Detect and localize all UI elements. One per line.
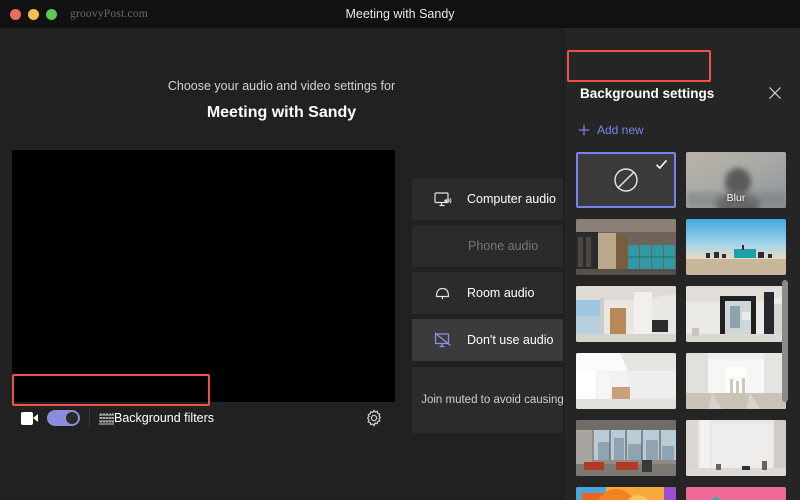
camera-icon: [21, 411, 38, 425]
video-preview[interactable]: [12, 150, 395, 402]
background-settings-title: Background settings: [580, 86, 715, 101]
background-thumb-framed-doorway[interactable]: [686, 286, 786, 342]
add-new-label: Add new: [597, 123, 644, 137]
close-icon[interactable]: [768, 86, 782, 100]
audio-option-room-audio[interactable]: Room audio: [412, 272, 563, 314]
background-filters-label[interactable]: Background filters: [114, 411, 214, 425]
audio-option-label: Don't use audio: [467, 333, 554, 347]
audio-option-label: Computer audio: [467, 192, 556, 206]
background-thumb-abstract-pink-spheres[interactable]: [686, 487, 786, 500]
prejoin-subheading: Choose your audio and video settings for: [167, 79, 396, 93]
teams-prejoin-window: groovyPost.com Meeting with Sandy Choose…: [0, 0, 800, 500]
no-audio-icon: [434, 331, 453, 349]
minimize-window-button[interactable]: [28, 8, 39, 20]
toolbar-divider: [89, 409, 90, 427]
background-settings-panel: Background settings Add new Blur: [563, 28, 800, 500]
audio-option-dont-use-audio[interactable]: Don't use audio: [412, 319, 563, 361]
background-thumb-office-lockers[interactable]: [576, 219, 676, 275]
prejoin-heading: Meeting with Sandy: [206, 104, 357, 121]
close-window-button[interactable]: [10, 8, 21, 20]
join-muted-note: Join muted to avoid causing: [412, 367, 563, 433]
background-filters-icon: [99, 412, 114, 425]
background-thumb-label: Blur: [726, 192, 746, 204]
background-thumb-none[interactable]: [576, 152, 676, 208]
background-panel-scrollbar-thumb[interactable]: [782, 280, 788, 402]
audio-option-label: Room audio: [467, 286, 535, 300]
background-thumbnail-grid: Blur: [576, 152, 788, 500]
audio-option-computer-audio[interactable]: Computer audio: [412, 178, 563, 220]
background-thumb-plain-white-wall[interactable]: [686, 420, 786, 476]
audio-option-phone-audio: Phone audio: [412, 225, 563, 267]
window-traffic-lights: [0, 8, 57, 20]
camera-toggle[interactable]: [47, 410, 80, 426]
site-watermark: groovyPost.com: [70, 8, 148, 20]
background-thumb-beach-sky[interactable]: [686, 219, 786, 275]
background-thumb-white-room-window[interactable]: [576, 286, 676, 342]
room-audio-icon: [434, 285, 453, 302]
background-thumb-bright-white-loft[interactable]: [576, 353, 676, 409]
maximize-window-button[interactable]: [46, 8, 57, 20]
prejoin-stage: Choose your audio and video settings for…: [0, 28, 563, 500]
audio-options-list: Computer audio Phone audio Room audio Do…: [412, 178, 563, 433]
video-toolbar: Background filters: [12, 402, 395, 434]
audio-option-label: Phone audio: [468, 239, 539, 253]
window-titlebar: groovyPost.com Meeting with Sandy: [0, 0, 800, 28]
camera-toggle-group[interactable]: [12, 402, 80, 434]
plus-icon: [578, 124, 590, 136]
background-thumb-blur[interactable]: Blur: [686, 152, 786, 208]
no-background-icon: [611, 165, 641, 195]
background-panel-scrollbar-track[interactable]: [782, 152, 794, 500]
gear-icon[interactable]: [365, 409, 383, 427]
add-new-background-button[interactable]: Add new: [578, 123, 644, 137]
background-thumb-sunlit-gallery[interactable]: [686, 353, 786, 409]
background-thumb-city-loft-lounge[interactable]: [576, 420, 676, 476]
background-thumb-abstract-orange[interactable]: [576, 487, 676, 500]
computer-audio-icon: [434, 191, 453, 208]
selected-check-icon: [655, 158, 668, 171]
